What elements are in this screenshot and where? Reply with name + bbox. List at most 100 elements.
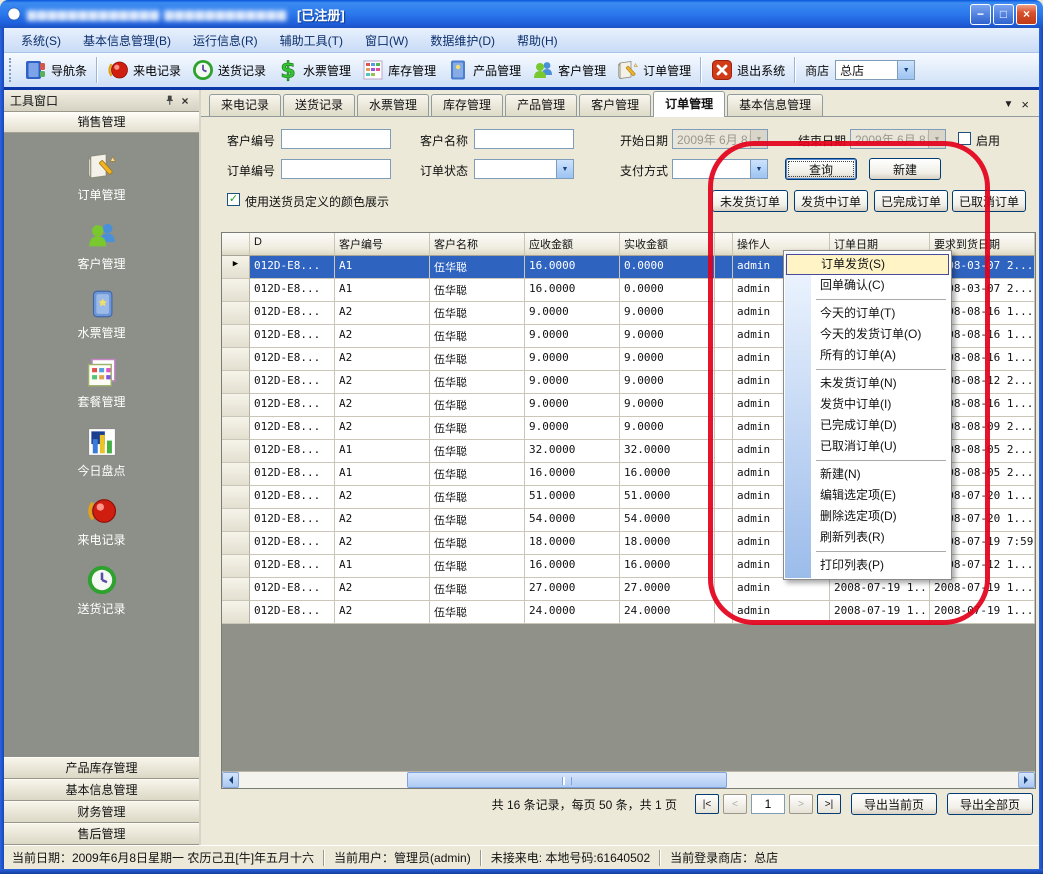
tab-close-icon[interactable]: × [1021, 97, 1029, 112]
context-menu-item-3[interactable]: 今天的订单(T) [784, 303, 951, 324]
column-header-3[interactable]: 客户名称 [430, 233, 525, 256]
sidebar-section-2[interactable]: 财务管理 [4, 801, 199, 823]
context-menu-item-15[interactable]: 刷新列表(R) [784, 527, 951, 548]
pin-icon[interactable] [161, 93, 177, 109]
table-row[interactable]: 012D-E8...A2伍华聪24.000024.0000admin2008-0… [222, 601, 1035, 624]
sidebar-section-sales[interactable]: 销售管理 [4, 112, 199, 133]
context-menu-item-8[interactable]: 发货中订单(I) [784, 394, 951, 415]
new-button[interactable]: 新建 [869, 158, 941, 180]
next-page-button[interactable]: > [789, 794, 813, 814]
menu-item-4[interactable]: 窗口(W) [354, 29, 419, 52]
scroll-left-icon[interactable] [222, 772, 239, 788]
sidebar-item-label: 送货记录 [4, 600, 199, 617]
column-header-6[interactable] [715, 233, 733, 256]
status-filter-button-0[interactable]: 未发货订单 [712, 190, 788, 212]
tab-0[interactable]: 来电记录 [209, 94, 281, 116]
customer-name-input[interactable] [474, 129, 574, 149]
export-current-page-button[interactable]: 导出当前页 [851, 793, 937, 815]
context-menu-item-13[interactable]: 编辑选定项(E) [784, 485, 951, 506]
tab-7[interactable]: 基本信息管理 [727, 94, 823, 116]
context-menu-item-5[interactable]: 所有的订单(A) [784, 345, 951, 366]
sidebar-item-3[interactable]: 套餐管理 [4, 356, 199, 410]
horizontal-scrollbar[interactable] [222, 771, 1035, 788]
tool-window-close-icon[interactable]: × [177, 93, 193, 109]
sidebar-item-0[interactable]: 订单管理 [4, 149, 199, 203]
shop-value: 总店 [836, 62, 897, 79]
start-date-picker[interactable]: 2009年 6月 8日 ▼ [672, 129, 768, 149]
end-date-picker[interactable]: 2009年 6月 8日 ▼ [850, 129, 946, 149]
toolbar-button-1[interactable]: 来电记录 [101, 56, 186, 84]
menu-item-6[interactable]: 帮助(H) [506, 29, 569, 52]
delivery-color-checkbox[interactable]: ✓ [227, 193, 240, 206]
toolbar-button-6[interactable]: 客户管理 [526, 56, 611, 84]
maximize-button[interactable]: □ [993, 4, 1014, 25]
context-menu-item-9[interactable]: 已完成订单(D) [784, 415, 951, 436]
status-filter-button-2[interactable]: 已完成订单 [874, 190, 948, 212]
sidebar-item-2[interactable]: 水票管理 [4, 287, 199, 341]
tab-list-dropdown-icon[interactable]: ▼ [1004, 99, 1014, 110]
scrollbar-thumb[interactable] [407, 772, 727, 788]
column-header-2[interactable]: 客户编号 [335, 233, 430, 256]
query-button[interactable]: 查询 [785, 158, 857, 180]
scroll-right-icon[interactable] [1018, 772, 1035, 788]
last-page-button[interactable]: >| [817, 794, 841, 814]
status-filter-button-1[interactable]: 发货中订单 [794, 190, 868, 212]
context-menu-item-4[interactable]: 今天的发货订单(O) [784, 324, 951, 345]
customer-no-input[interactable] [281, 129, 391, 149]
context-menu-item-1[interactable]: 回单确认(C) [784, 275, 951, 296]
order-no-input[interactable] [281, 159, 391, 179]
column-header-5[interactable]: 实收金额 [620, 233, 715, 256]
export-all-pages-button[interactable]: 导出全部页 [947, 793, 1033, 815]
toolbar-button-0[interactable]: 导航条 [19, 56, 92, 84]
row-selector-cell [222, 440, 250, 463]
menu-item-2[interactable]: 运行信息(R) [182, 29, 269, 52]
toolbar-button-7[interactable]: 订单管理 [611, 56, 696, 84]
shop-select[interactable]: 总店▼ [835, 60, 915, 80]
sidebar-item-6[interactable]: 送货记录 [4, 563, 199, 617]
toolbar-grip[interactable] [9, 58, 16, 82]
enable-checkbox[interactable] [958, 132, 971, 145]
menu-item-1[interactable]: 基本信息管理(B) [72, 29, 182, 52]
sidebar-section-3[interactable]: 售后管理 [4, 823, 199, 845]
close-button[interactable]: × [1016, 4, 1037, 25]
tab-2[interactable]: 水票管理 [357, 94, 429, 116]
tab-4[interactable]: 产品管理 [505, 94, 577, 116]
toolbar-button-8[interactable]: 退出系统 [705, 56, 790, 84]
sidebar-item-1[interactable]: 客户管理 [4, 218, 199, 272]
prev-page-button[interactable]: < [723, 794, 747, 814]
sidebar-item-5[interactable]: 来电记录 [4, 494, 199, 548]
minimize-button[interactable]: − [970, 4, 991, 25]
context-menu-item-0[interactable]: 订单发货(S) [786, 254, 949, 275]
menu-item-3[interactable]: 辅助工具(T) [269, 29, 354, 52]
toolbar-button-label: 退出系统 [737, 62, 785, 79]
sidebar-section-1[interactable]: 基本信息管理 [4, 779, 199, 801]
column-header-1[interactable]: D [250, 233, 335, 256]
column-header-0[interactable] [222, 233, 250, 256]
tab-1[interactable]: 送货记录 [283, 94, 355, 116]
first-page-button[interactable]: |< [695, 794, 719, 814]
page-number-input[interactable] [751, 794, 785, 814]
toolbar-button-3[interactable]: $水票管理 [271, 56, 356, 84]
sidebar-section-0[interactable]: 产品库存管理 [4, 757, 199, 779]
tab-3[interactable]: 库存管理 [431, 94, 503, 116]
toolbar-button-5[interactable]: 产品管理 [441, 56, 526, 84]
toolbar-button-4[interactable]: 库存管理 [356, 56, 441, 84]
context-menu-item-12[interactable]: 新建(N) [784, 464, 951, 485]
pay-method-select[interactable]: ▼ [672, 159, 768, 179]
tab-5[interactable]: 客户管理 [579, 94, 651, 116]
sidebar-item-4[interactable]: 今日盘点 [4, 425, 199, 479]
tab-6[interactable]: 订单管理 [653, 91, 725, 117]
column-header-4[interactable]: 应收金额 [525, 233, 620, 256]
context-menu-item-14[interactable]: 删除选定项(D) [784, 506, 951, 527]
status-filter-button-3[interactable]: 已取消订单 [952, 190, 1026, 212]
menu-item-0[interactable]: 系统(S) [10, 29, 72, 52]
table-cell: A1 [335, 279, 430, 302]
context-menu-item-17[interactable]: 打印列表(P) [784, 555, 951, 576]
order-status-select[interactable]: ▼ [474, 159, 574, 179]
table-row[interactable]: 012D-E8...A2伍华聪27.000027.0000admin2008-0… [222, 578, 1035, 601]
toolbar-button-2[interactable]: 送货记录 [186, 56, 271, 84]
menu-item-5[interactable]: 数据维护(D) [419, 29, 506, 52]
context-menu-item-10[interactable]: 已取消订单(U) [784, 436, 951, 457]
context-menu-item-7[interactable]: 未发货订单(N) [784, 373, 951, 394]
table-cell: 伍华聪 [430, 256, 525, 279]
